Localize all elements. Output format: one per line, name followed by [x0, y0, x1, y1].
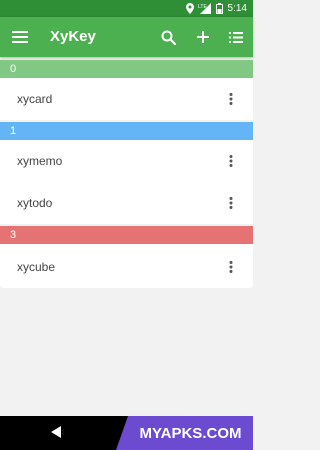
item-name: xycube: [17, 260, 56, 274]
section-header-3: 3: [0, 226, 253, 244]
status-time: 5:14: [227, 3, 247, 14]
item-name: xymemo: [17, 154, 63, 168]
back-triangle-icon: [51, 426, 61, 438]
battery-icon: [215, 3, 223, 14]
section-header-0: 0: [0, 60, 253, 78]
section-card-0: xycard: [0, 78, 253, 120]
item-name: xycard: [17, 92, 53, 106]
status-icons: LTE 5:14: [185, 0, 247, 17]
plus-icon: [197, 31, 209, 43]
item-name: xytodo: [17, 196, 53, 210]
search-icon: [161, 30, 176, 45]
location-icon: [185, 3, 194, 14]
more-options-button[interactable]: [226, 90, 236, 108]
menu-button[interactable]: [9, 26, 31, 48]
section-label: 3: [10, 229, 17, 241]
section-card-3: xycube: [0, 244, 253, 288]
hamburger-icon: [12, 31, 28, 43]
section-header-1: 1: [0, 122, 253, 140]
watermark-banner: MYAPKS.COM: [116, 416, 253, 450]
status-bar: LTE 5:14: [0, 0, 253, 17]
section-label: 1: [10, 125, 17, 137]
more-vert-icon: [229, 197, 233, 209]
more-options-button[interactable]: [226, 152, 236, 170]
add-button[interactable]: [192, 26, 214, 48]
more-vert-icon: [229, 155, 233, 167]
more-vert-icon: [229, 93, 233, 105]
network-label: LTE: [198, 4, 207, 10]
app-bar: XyKey: [0, 17, 253, 57]
app-title: XyKey: [50, 28, 96, 45]
list-item[interactable]: xycard: [0, 78, 253, 120]
list-view-button[interactable]: [225, 26, 247, 48]
list-icon: [229, 31, 243, 43]
watermark-text: MYAPKS.COM: [139, 424, 242, 442]
more-vert-icon: [229, 261, 233, 273]
list-item[interactable]: xymemo: [0, 140, 253, 182]
back-button[interactable]: [49, 425, 65, 441]
search-button[interactable]: [157, 26, 179, 48]
list-item[interactable]: xytodo: [0, 182, 253, 224]
section-label: 0: [10, 63, 17, 75]
section-card-1: xymemo xytodo: [0, 140, 253, 224]
list-item[interactable]: xycube: [0, 246, 253, 288]
lte-signal-icon: LTE: [198, 3, 212, 14]
more-options-button[interactable]: [226, 194, 236, 212]
more-options-button[interactable]: [226, 258, 236, 276]
